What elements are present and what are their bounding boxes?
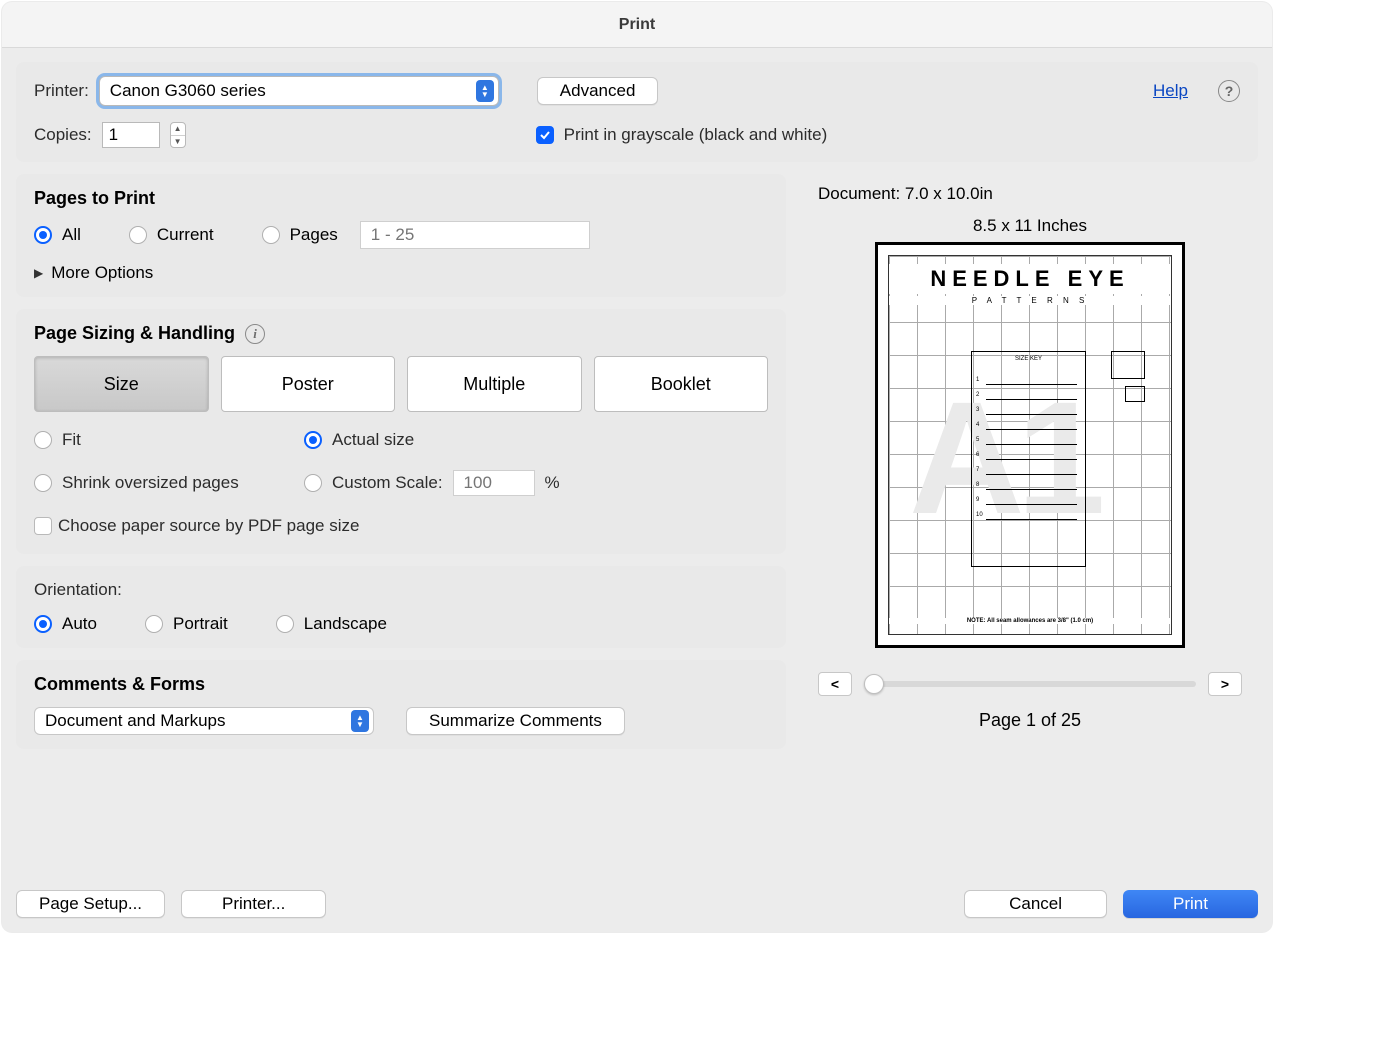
print-button[interactable]: Print <box>1123 890 1258 918</box>
tab-size[interactable]: Size <box>34 356 209 412</box>
comments-select-value: Document and Markups <box>45 711 225 731</box>
preview-box-2 <box>1125 386 1145 402</box>
document-dimensions: Document: 7.0 x 10.0in <box>818 184 1242 204</box>
printer-label: Printer: <box>34 81 89 101</box>
radio-all[interactable] <box>34 226 52 244</box>
preview-doc-subtitle: P A T T E R N S <box>889 296 1171 305</box>
radio-pages[interactable] <box>262 226 280 244</box>
cancel-button[interactable]: Cancel <box>964 890 1107 918</box>
stepper-up-icon[interactable]: ▲ <box>171 123 185 136</box>
radio-all-label: All <box>62 225 81 245</box>
preview-panel: Document: 7.0 x 10.0in 8.5 x 11 Inches A… <box>800 174 1258 761</box>
radio-shrink-label: Shrink oversized pages <box>62 473 239 493</box>
orientation-panel: Orientation: Auto Portrait Landscape <box>16 566 786 648</box>
chevron-updown-icon: ▲▼ <box>476 80 494 102</box>
radio-actual-label: Actual size <box>332 430 414 450</box>
orientation-title: Orientation: <box>34 580 768 600</box>
tab-booklet[interactable]: Booklet <box>594 356 769 412</box>
comments-title: Comments & Forms <box>34 674 768 695</box>
more-options-toggle[interactable]: ▶ More Options <box>34 263 768 283</box>
more-options-label: More Options <box>51 263 153 283</box>
radio-auto-label: Auto <box>62 614 97 634</box>
radio-portrait-label: Portrait <box>173 614 228 634</box>
help-link[interactable]: Help <box>1153 81 1188 101</box>
advanced-button[interactable]: Advanced <box>537 77 659 105</box>
radio-fit-label: Fit <box>62 430 81 450</box>
radio-shrink[interactable] <box>34 474 52 492</box>
comments-select[interactable]: Document and Markups ▲▼ <box>34 707 374 735</box>
paper-dimensions: 8.5 x 11 Inches <box>818 216 1242 236</box>
percent-label: % <box>545 473 560 493</box>
radio-auto[interactable] <box>34 615 52 633</box>
printer-button[interactable]: Printer... <box>181 890 326 918</box>
printer-select[interactable]: Canon G3060 series ▲▼ <box>99 76 499 106</box>
page-setup-button[interactable]: Page Setup... <box>16 890 165 918</box>
radio-landscape-label: Landscape <box>304 614 387 634</box>
chevron-updown-icon: ▲▼ <box>351 710 369 732</box>
radio-current-label: Current <box>157 225 214 245</box>
grayscale-label: Print in grayscale (black and white) <box>564 125 828 145</box>
pages-panel: Pages to Print All Current Pages ▶ More … <box>16 174 786 297</box>
page-slider[interactable] <box>864 681 1196 687</box>
preview-card: SIZE KEY <box>971 351 1086 567</box>
radio-pages-label: Pages <box>290 225 338 245</box>
tab-poster[interactable]: Poster <box>221 356 396 412</box>
radio-actual[interactable] <box>304 431 322 449</box>
radio-landscape[interactable] <box>276 615 294 633</box>
page-indicator: Page 1 of 25 <box>818 710 1242 731</box>
preview-doc-title: NEEDLE EYE <box>889 264 1171 294</box>
next-page-button[interactable]: > <box>1208 672 1242 696</box>
printer-panel: Printer: Canon G3060 series ▲▼ Advanced … <box>16 62 1258 162</box>
copies-input[interactable] <box>102 122 160 148</box>
help-icon[interactable]: ? <box>1218 80 1240 102</box>
printer-select-value: Canon G3060 series <box>110 81 266 101</box>
preview-page: A1 NEEDLE EYE P A T T E R N S SIZE KEY <box>875 242 1185 648</box>
prev-page-button[interactable]: < <box>818 672 852 696</box>
triangle-right-icon: ▶ <box>34 266 43 280</box>
comments-panel: Comments & Forms Document and Markups ▲▼… <box>16 660 786 749</box>
custom-scale-input <box>453 470 535 496</box>
radio-custom-label: Custom Scale: <box>332 473 443 493</box>
summarize-comments-button[interactable]: Summarize Comments <box>406 707 625 735</box>
slider-thumb[interactable] <box>864 674 884 694</box>
tab-multiple[interactable]: Multiple <box>407 356 582 412</box>
sizing-title: Page Sizing & Handling <box>34 323 235 344</box>
window-title: Print <box>2 2 1272 48</box>
paper-source-label: Choose paper source by PDF page size <box>58 516 359 536</box>
copies-stepper[interactable]: ▲ ▼ <box>170 122 186 148</box>
copies-label: Copies: <box>34 125 92 145</box>
radio-fit[interactable] <box>34 431 52 449</box>
paper-source-checkbox[interactable] <box>34 517 52 535</box>
pages-title: Pages to Print <box>34 188 768 209</box>
grayscale-checkbox[interactable] <box>536 126 554 144</box>
stepper-down-icon[interactable]: ▼ <box>171 136 185 148</box>
radio-current[interactable] <box>129 226 147 244</box>
info-icon[interactable]: i <box>245 324 265 344</box>
preview-box-1 <box>1111 351 1145 379</box>
radio-portrait[interactable] <box>145 615 163 633</box>
preview-footnote: NOTE: All seam allowances are 3/8" (1.0 … <box>889 618 1171 624</box>
radio-custom[interactable] <box>304 474 322 492</box>
pages-range-input[interactable] <box>360 221 590 249</box>
sizing-panel: Page Sizing & Handling i Size Poster Mul… <box>16 309 786 554</box>
